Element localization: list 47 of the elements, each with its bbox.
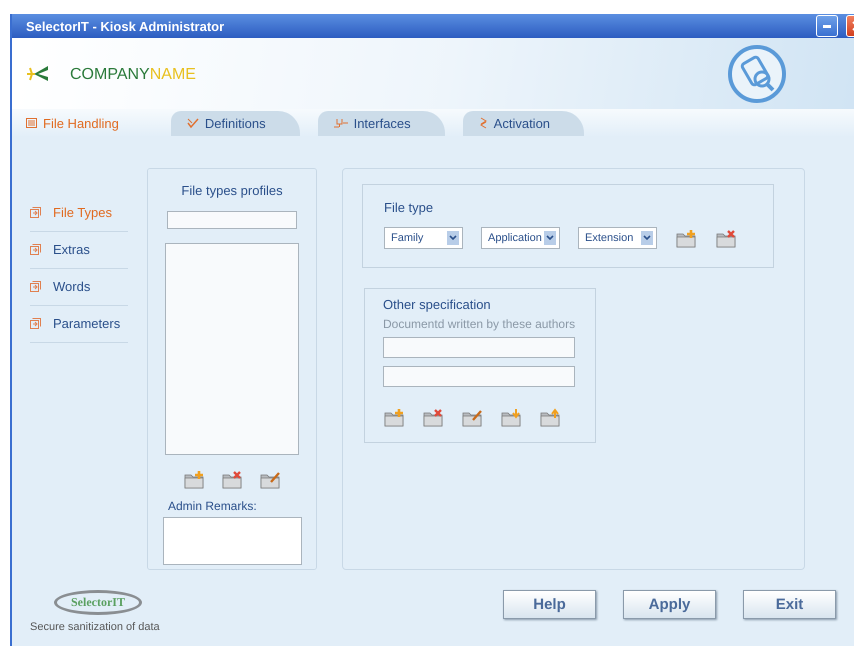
action-button[interactable]: Apply xyxy=(623,590,716,618)
folder-delete-icon[interactable] xyxy=(715,228,737,248)
tab[interactable]: Interfaces xyxy=(318,110,445,136)
check-icon xyxy=(186,118,199,128)
group-title: Other specification xyxy=(383,296,492,312)
product-logo: SelectorIT xyxy=(54,590,142,614)
folder-up-icon[interactable] xyxy=(539,406,561,426)
plug-icon xyxy=(334,118,348,128)
page-icon xyxy=(30,281,41,292)
search-badge-icon xyxy=(726,42,788,105)
company-name-suffix: NAME xyxy=(150,66,196,83)
page-icon xyxy=(30,207,41,218)
folder-add-icon[interactable] xyxy=(675,228,697,248)
sidebar-item[interactable]: Words xyxy=(30,268,128,306)
folder-add-icon[interactable] xyxy=(383,406,405,426)
tab[interactable]: File Handling xyxy=(16,110,153,136)
dropdown[interactable]: Application xyxy=(481,226,560,248)
tab[interactable]: Activation xyxy=(462,110,584,136)
remarks-field[interactable] xyxy=(162,516,302,564)
dropdown[interactable]: Extension xyxy=(578,226,657,248)
remarks-label: Admin Remarks: xyxy=(168,498,257,512)
profiles-list[interactable] xyxy=(165,242,299,454)
sidebar-item[interactable]: Extras xyxy=(30,232,128,268)
list-icon xyxy=(26,118,37,128)
minimize-icon xyxy=(823,24,831,28)
hint-text: Documentd written by these authors xyxy=(383,316,576,330)
folder-delete-icon[interactable] xyxy=(221,468,243,488)
folder-delete-icon[interactable] xyxy=(422,406,444,426)
panel-title: File types profiles xyxy=(181,182,283,198)
dropdown[interactable]: Family xyxy=(384,226,463,248)
arrows-icon xyxy=(478,117,488,129)
tab[interactable]: Definitions xyxy=(170,110,300,136)
folder-add-icon[interactable] xyxy=(183,468,205,488)
window-title: SelectorIT - Kiosk Administrator xyxy=(26,18,226,34)
page-icon xyxy=(30,318,41,329)
group-title: File type xyxy=(384,200,434,214)
sidebar-item[interactable]: Parameters xyxy=(30,306,128,342)
minimize-button[interactable] xyxy=(816,15,838,38)
author-field[interactable] xyxy=(383,336,575,358)
profile-field[interactable] xyxy=(167,210,297,228)
action-button[interactable]: Exit xyxy=(743,590,836,618)
company-name: COMPANY xyxy=(70,66,150,83)
page-icon xyxy=(30,244,41,255)
folder-down-icon[interactable] xyxy=(500,406,522,426)
author-field[interactable] xyxy=(383,366,575,386)
tagline: Secure sanitization of data xyxy=(30,620,160,632)
action-button[interactable]: Help xyxy=(503,590,596,618)
